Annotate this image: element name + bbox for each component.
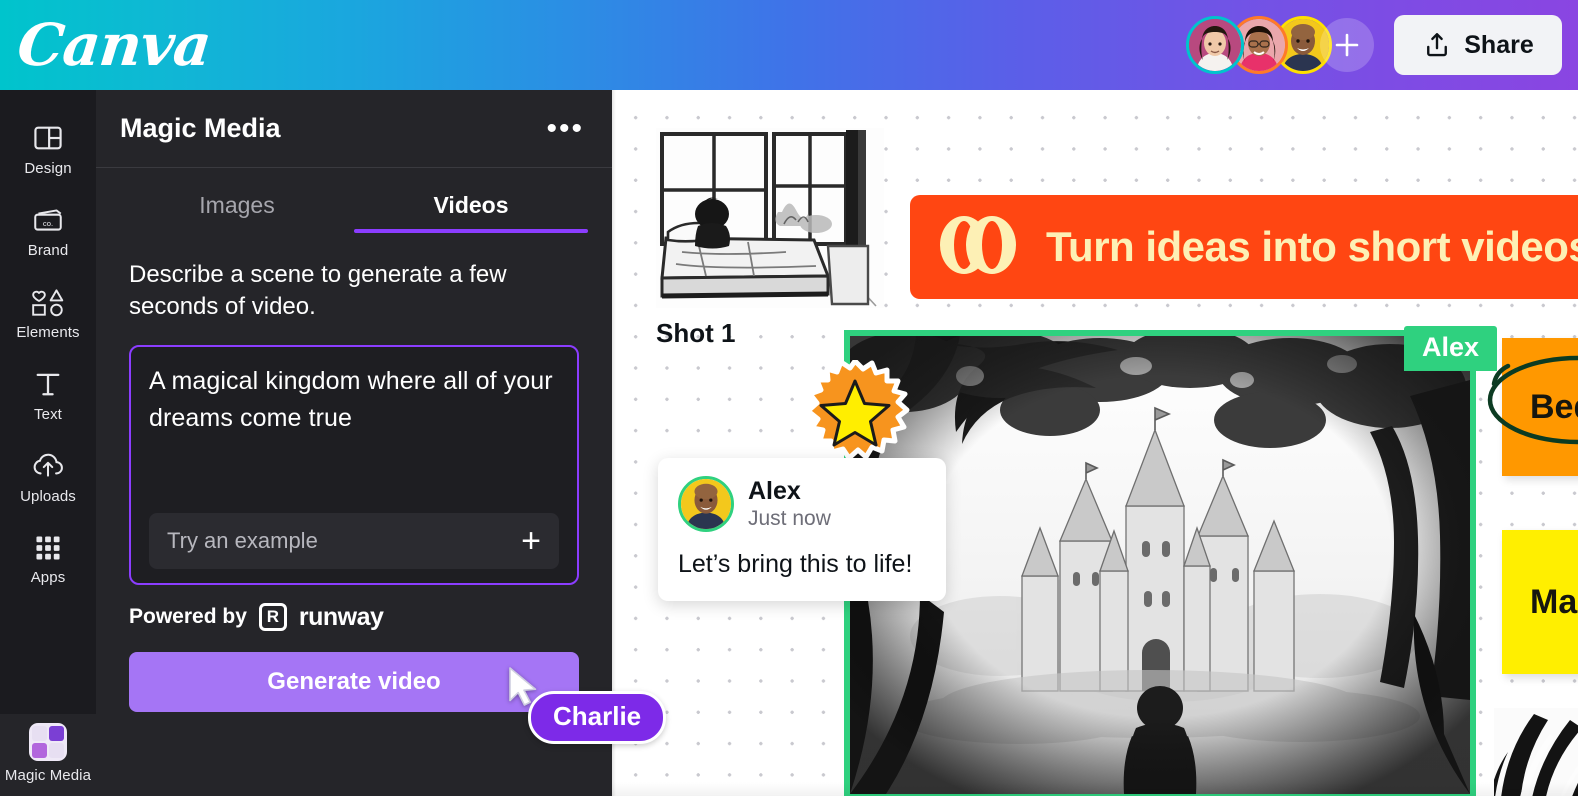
sidebar-item-label: Magic Media [4,766,92,784]
sticky-note[interactable]: Magic [1502,530,1578,674]
sticky-note[interactable]: Bedroom [1502,338,1578,476]
avatar-photo [1189,19,1241,71]
cloud-upload-icon [33,453,63,477]
comment-text: Let’s bring this to life! [678,550,913,578]
generate-video-label: Generate video [267,667,441,695]
share-button-label: Share [1464,30,1534,59]
sidebar-item-label: Design [24,159,72,177]
try-an-example-button[interactable]: Try an example + [149,512,559,569]
powered-by-label: Powered by [129,605,247,629]
plus-icon [1335,33,1359,57]
canva-editor-window: Canva Share Design co. Brand Elements Te… [0,0,1578,796]
comment-header: Alex Just now [678,476,926,532]
avatar [678,476,734,532]
avatar-photo [681,479,731,529]
sidebar-item-uploads[interactable]: Uploads [0,436,96,518]
sidebar-item-text[interactable]: Text [0,354,96,436]
prompt-input-box[interactable]: A magical kingdom where all of your drea… [129,344,579,585]
sidebar-item-design[interactable]: Design [0,108,96,190]
canvas-bottom-shadow [612,782,1578,796]
sidebar-item-label: Apps [30,568,66,586]
runway-brand-label: runway [298,602,384,631]
panel-description: Describe a scene to generate a few secon… [129,261,507,320]
shapes-icon [32,288,64,316]
layout-icon [34,126,62,149]
promo-banner-text: Turn ideas into short videos [1046,223,1578,270]
prompt-input[interactable]: A magical kingdom where all of your drea… [149,363,559,437]
panel-more-options-button[interactable]: ••• [542,113,588,144]
powered-by-runway: Powered by R runway [129,603,579,632]
shot-label: Shot 1 [656,318,736,348]
sticky-note-text: Magic [1530,582,1578,621]
sidebar-item-label: Uploads [20,487,76,505]
add-collaborator-button[interactable] [1320,18,1374,72]
promo-banner[interactable]: Turn ideas into short videos [910,195,1578,299]
try-an-example-label: Try an example [167,527,318,553]
selection-owner-label: Alex [1404,326,1498,371]
grid-dots-icon [36,535,60,560]
sticky-note-text: Bedroom [1530,387,1578,426]
bedroom-sketch-image [656,128,884,308]
tab-videos[interactable]: Videos [354,174,588,233]
sidebar-item-label: Brand [27,241,69,259]
cursor-name-label: Charlie [528,691,667,744]
page-title: Magic Media [120,113,281,143]
text-t-icon [36,373,60,395]
collaborator-avatars [1186,16,1374,74]
panel-body: Describe a scene to generate a few secon… [96,233,612,712]
avatar[interactable] [1186,16,1244,74]
upload-icon [1427,33,1448,57]
left-icon-rail: Design co. Brand Elements Text Uploads A… [0,90,96,796]
plus-icon: + [521,521,541,560]
svg-text:co.: co. [43,218,53,227]
sidebar-item-label: Text [34,405,62,423]
cc-logo-icon [936,214,1020,281]
storyboard-shot-thumbnail[interactable] [656,128,884,308]
comment-card[interactable]: Alex Just now Let’s bring this to life! [658,458,946,601]
comment-meta: Alex Just now [748,477,831,532]
comment-timestamp: Just now [748,507,831,531]
app-header: Canva Share [0,0,1578,90]
sidebar-item-magic-media[interactable]: Magic Media [0,714,96,796]
sidebar-item-brand[interactable]: co. Brand [0,190,96,272]
sidebar-item-elements[interactable]: Elements [0,272,96,354]
panel-header: Magic Media ••• [96,90,612,168]
design-canvas[interactable]: Shot 1 Turn ideas into short videos Alex… [612,90,1578,796]
comment-author: Alex [748,476,801,505]
canva-logo[interactable]: Canva [14,11,213,79]
magic-media-icon [29,722,67,761]
share-button[interactable]: Share [1394,15,1562,75]
sidebar-item-apps[interactable]: Apps [0,518,96,600]
panel-tabs: Images Videos [96,174,612,233]
header-right-cluster: Share [1186,15,1578,75]
runway-logo-icon: R [258,603,287,632]
sidebar-item-label: Elements [16,323,80,341]
tab-images[interactable]: Images [120,174,354,233]
brand-card-icon: co. [34,208,62,231]
